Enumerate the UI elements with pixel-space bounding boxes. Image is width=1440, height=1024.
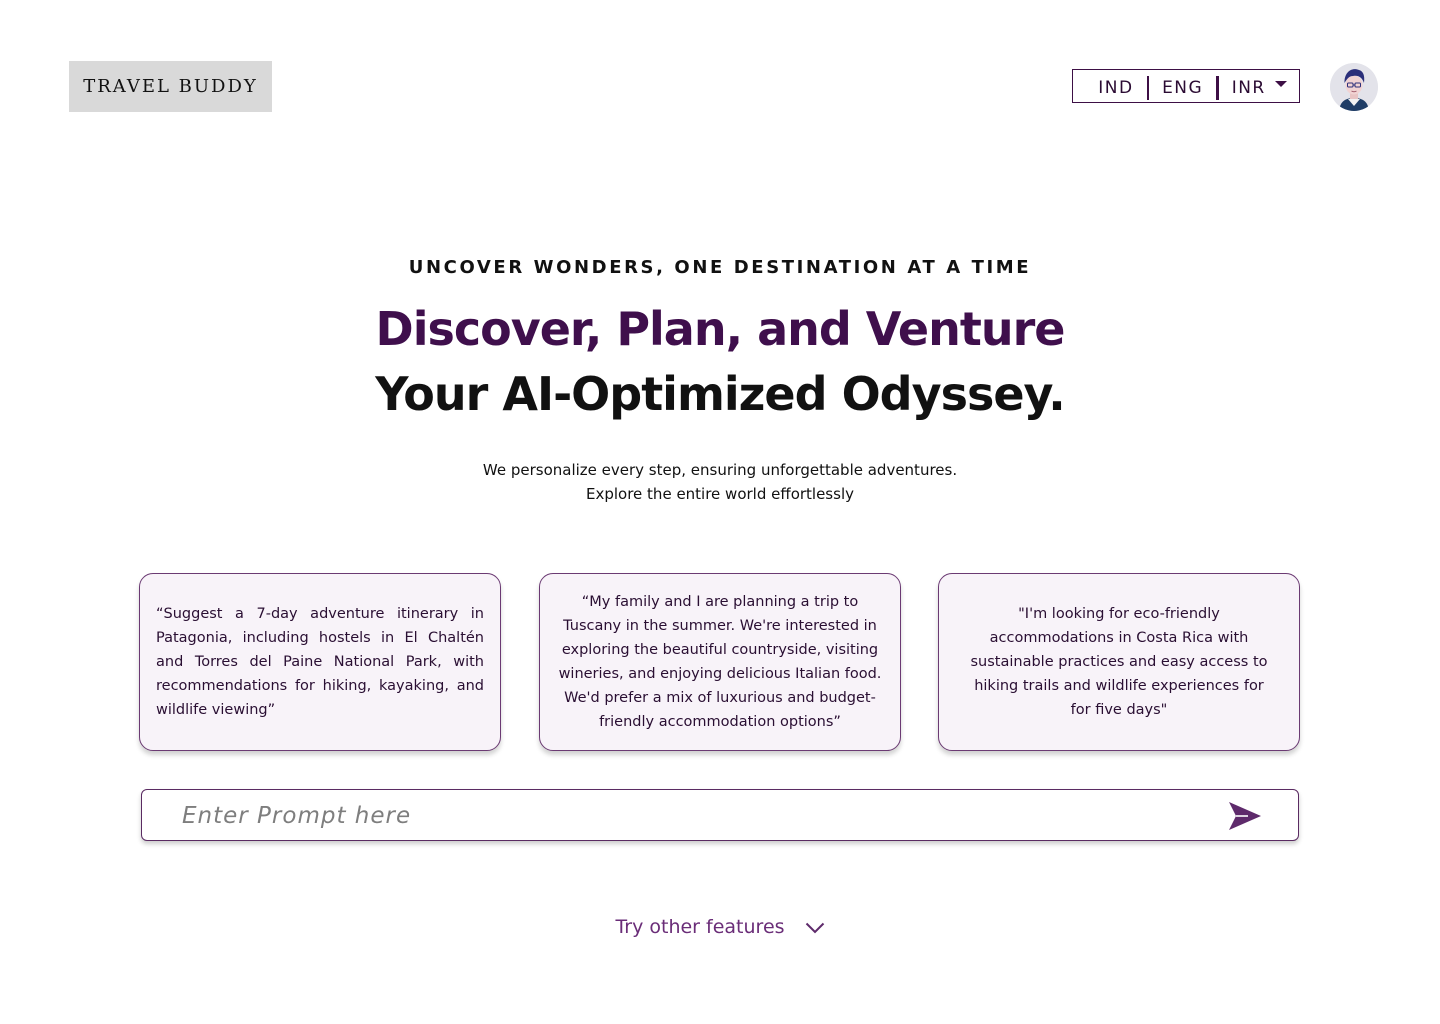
suggestion-text: “My family and I are planning a trip to … <box>558 594 882 730</box>
page: TRAVEL BUDDY IND ENG INR UNCOVER WONDERS… <box>0 0 1440 1024</box>
headline-line-1: Discover, Plan, and Venture <box>375 302 1066 356</box>
chevron-down-icon <box>805 922 824 934</box>
suggestion-text: “Suggest a 7-day adventure itinerary in … <box>156 606 484 718</box>
caret-down-icon[interactable] <box>1274 81 1287 87</box>
logo-text: TRAVEL BUDDY <box>83 76 258 97</box>
hero-subtitle: We personalize every step, ensuring unfo… <box>0 458 1440 506</box>
suggestion-card-patagonia[interactable]: “Suggest a 7-day adventure itinerary in … <box>139 573 501 751</box>
currency-label: INR <box>1231 78 1266 98</box>
user-avatar-icon <box>1330 63 1378 111</box>
locale-selector[interactable]: IND ENG INR <box>1072 69 1300 103</box>
subtitle-line-1: We personalize every step, ensuring unfo… <box>482 461 958 479</box>
hero-eyebrow: UNCOVER WONDERS, ONE DESTINATION AT A TI… <box>408 257 1032 278</box>
suggestion-card-tuscany[interactable]: “My family and I are planning a trip to … <box>539 573 901 751</box>
suggestion-text: "I'm looking for eco-friendly accommodat… <box>970 606 1268 718</box>
send-icon[interactable] <box>1228 800 1262 832</box>
logo[interactable]: TRAVEL BUDDY <box>69 61 272 112</box>
country-label: IND <box>1098 78 1134 98</box>
prompt-input[interactable] <box>180 799 1204 833</box>
subtitle-line-2: Explore the entire world effortlessly <box>586 485 854 503</box>
features-label: Try other features <box>615 916 785 938</box>
prompt-box <box>141 789 1299 841</box>
suggestion-card-costa-rica[interactable]: "I'm looking for eco-friendly accommodat… <box>938 573 1300 751</box>
language-label: ENG <box>1162 78 1204 98</box>
headline-line-2: Your AI-Optimized Odyssey. <box>375 367 1066 421</box>
user-avatar[interactable] <box>1330 63 1378 111</box>
try-other-features[interactable]: Try other features <box>0 916 1440 938</box>
